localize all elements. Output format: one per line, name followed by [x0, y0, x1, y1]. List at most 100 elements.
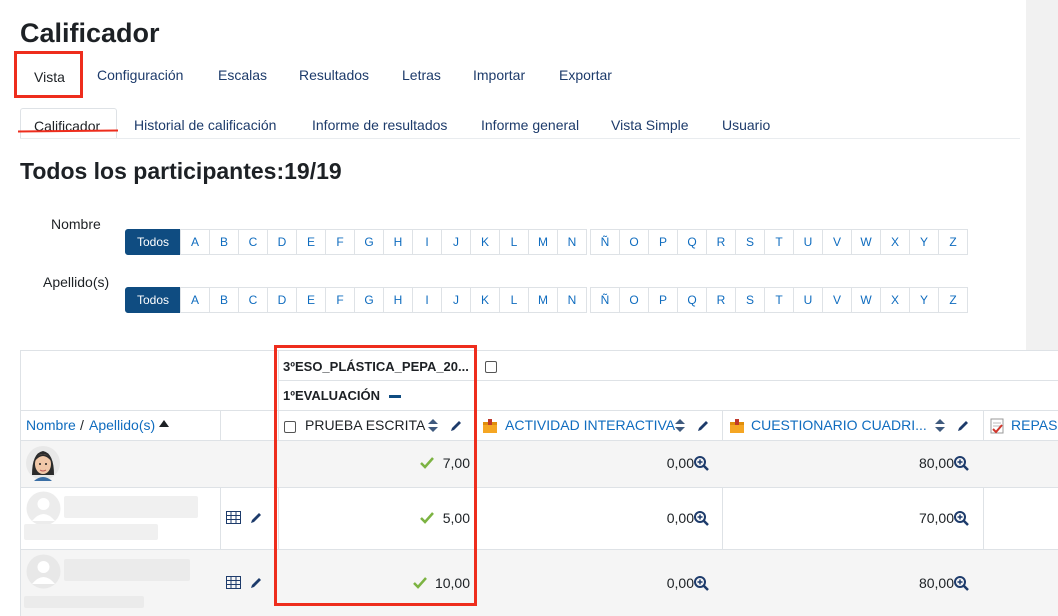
last-name-letter-button[interactable]: J	[441, 287, 471, 313]
col-prueba-escrita[interactable]: PRUEBA ESCRITA	[305, 417, 425, 433]
first-name-letter-button[interactable]: M	[528, 229, 558, 255]
first-name-letter-button[interactable]: I	[412, 229, 442, 255]
last-name-letter-button[interactable]: N	[557, 287, 587, 313]
first-name-letter-button[interactable]: C	[238, 229, 268, 255]
grade-cell[interactable]: 70,00	[910, 510, 954, 526]
edit-pencil-icon[interactable]	[696, 419, 710, 433]
zoom-in-icon[interactable]	[694, 576, 709, 591]
edit-pencil-icon[interactable]	[249, 576, 263, 590]
edit-pencil-icon[interactable]	[449, 419, 463, 433]
zoom-in-icon[interactable]	[954, 456, 969, 471]
grades-table-icon[interactable]	[226, 511, 241, 524]
last-name-letter-button[interactable]: P	[648, 287, 678, 313]
first-name-letter-button[interactable]: D	[267, 229, 297, 255]
col-repas[interactable]: REPAS	[1011, 417, 1057, 433]
first-name-letter-button[interactable]: L	[499, 229, 529, 255]
tab-escalas[interactable]: Escalas	[218, 67, 267, 83]
last-name-letter-button[interactable]: K	[470, 287, 500, 313]
edit-pencil-icon[interactable]	[249, 511, 263, 525]
tab-usuario[interactable]: Usuario	[722, 117, 770, 133]
first-name-letter-button[interactable]: Z	[938, 229, 968, 255]
last-name-letter-button[interactable]: V	[822, 287, 852, 313]
tab-informe-general[interactable]: Informe general	[481, 117, 579, 133]
first-name-letter-button[interactable]: T	[764, 229, 794, 255]
first-name-letter-button[interactable]: R	[706, 229, 736, 255]
first-name-letter-button[interactable]: Y	[909, 229, 939, 255]
zoom-in-icon[interactable]	[954, 511, 969, 526]
first-name-letter-button[interactable]: G	[354, 229, 384, 255]
first-name-letter-button[interactable]: O	[619, 229, 649, 255]
last-name-letter-button[interactable]: T	[764, 287, 794, 313]
last-name-letter-button[interactable]: X	[880, 287, 910, 313]
last-name-letter-button[interactable]: R	[706, 287, 736, 313]
first-name-letter-button[interactable]: H	[383, 229, 413, 255]
last-name-letter-button[interactable]: U	[793, 287, 823, 313]
sort-icon[interactable]	[935, 419, 945, 433]
collapse-minus-icon[interactable]	[389, 395, 401, 399]
last-name-letter-button[interactable]: O	[619, 287, 649, 313]
tab-exportar[interactable]: Exportar	[559, 67, 612, 83]
zoom-in-icon[interactable]	[694, 456, 709, 471]
last-name-all-button[interactable]: Todos	[125, 287, 181, 313]
last-name-letter-button[interactable]: L	[499, 287, 529, 313]
col-cuestionario[interactable]: CUESTIONARIO CUADRI...	[751, 417, 927, 433]
grades-table-icon[interactable]	[226, 576, 241, 589]
grade-cell[interactable]: 7,00	[440, 455, 470, 471]
tab-vista[interactable]: Vista	[14, 51, 83, 98]
last-name-letter-button[interactable]: C	[238, 287, 268, 313]
first-name-letter-button[interactable]: E	[296, 229, 326, 255]
last-name-letter-button[interactable]: Y	[909, 287, 939, 313]
tab-vista-simple[interactable]: Vista Simple	[611, 117, 689, 133]
default-avatar[interactable]	[26, 491, 61, 526]
student-avatar[interactable]	[26, 445, 60, 481]
grade-cell[interactable]: 0,00	[660, 510, 694, 526]
zoom-in-icon[interactable]	[954, 576, 969, 591]
last-name-letter-button[interactable]: B	[209, 287, 239, 313]
first-name-letter-button[interactable]: X	[880, 229, 910, 255]
last-name-letter-button[interactable]: D	[267, 287, 297, 313]
first-name-letter-button[interactable]: Ñ	[590, 229, 620, 255]
first-name-letter-button[interactable]: U	[793, 229, 823, 255]
first-name-letter-button[interactable]: Q	[677, 229, 707, 255]
last-name-letter-button[interactable]: H	[383, 287, 413, 313]
last-name-letter-button[interactable]: S	[735, 287, 765, 313]
grade-cell[interactable]: 80,00	[910, 455, 954, 471]
zoom-in-icon[interactable]	[694, 511, 709, 526]
last-name-letter-button[interactable]: Z	[938, 287, 968, 313]
grade-cell[interactable]: 0,00	[660, 575, 694, 591]
last-name-letter-button[interactable]: A	[180, 287, 210, 313]
tab-resultados[interactable]: Resultados	[299, 67, 369, 83]
first-name-letter-button[interactable]: W	[851, 229, 881, 255]
first-name-letter-button[interactable]: K	[470, 229, 500, 255]
grade-cell[interactable]: 10,00	[433, 575, 470, 591]
first-name-letter-button[interactable]: P	[648, 229, 678, 255]
last-name-letter-button[interactable]: M	[528, 287, 558, 313]
first-name-letter-button[interactable]: N	[557, 229, 587, 255]
last-name-letter-button[interactable]: Ñ	[590, 287, 620, 313]
tab-letras[interactable]: Letras	[402, 67, 441, 83]
last-name-letter-button[interactable]: Q	[677, 287, 707, 313]
sort-icon[interactable]	[675, 419, 685, 433]
first-name-letter-button[interactable]: V	[822, 229, 852, 255]
last-name-letter-button[interactable]: G	[354, 287, 384, 313]
tab-importar[interactable]: Importar	[473, 67, 525, 83]
first-name-letter-button[interactable]: J	[441, 229, 471, 255]
last-name-letter-button[interactable]: F	[325, 287, 355, 313]
first-name-letter-button[interactable]: B	[209, 229, 239, 255]
edit-pencil-icon[interactable]	[956, 419, 970, 433]
tab-historial[interactable]: Historial de calificación	[134, 117, 276, 133]
grade-cell[interactable]: 80,00	[910, 575, 954, 591]
prueba-escrita-checkbox[interactable]	[284, 421, 296, 433]
default-avatar[interactable]	[26, 554, 61, 589]
course-category-checkbox[interactable]	[485, 361, 497, 373]
last-name-letter-button[interactable]: I	[412, 287, 442, 313]
last-name-letter-button[interactable]: E	[296, 287, 326, 313]
last-name-letter-button[interactable]: W	[851, 287, 881, 313]
first-name-letter-button[interactable]: S	[735, 229, 765, 255]
tab-informe-resultados[interactable]: Informe de resultados	[312, 117, 447, 133]
col-actividad-interactiva[interactable]: ACTIVIDAD INTERACTIVA	[505, 417, 675, 433]
first-name-letter-button[interactable]: A	[180, 229, 210, 255]
grade-cell[interactable]: 5,00	[440, 510, 470, 526]
grade-cell[interactable]: 0,00	[660, 455, 694, 471]
sort-last-name-link[interactable]: Apellido(s)	[89, 417, 155, 433]
